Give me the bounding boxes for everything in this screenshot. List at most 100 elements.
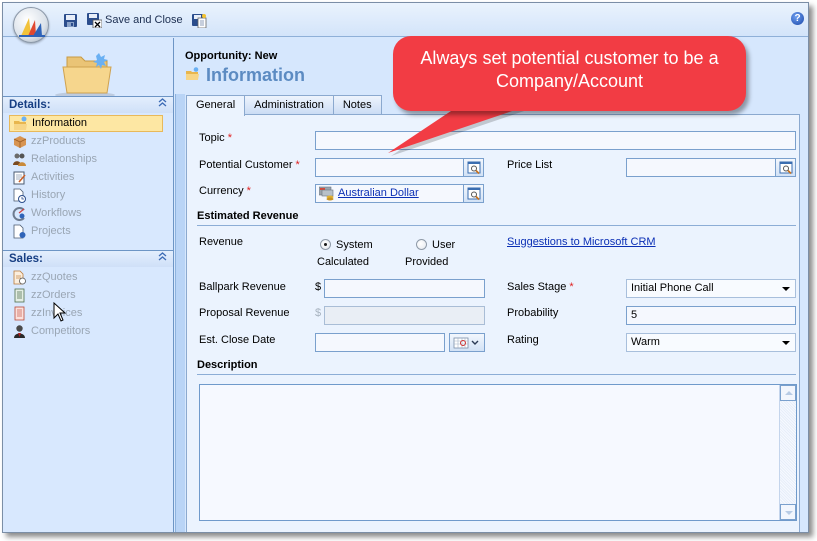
sidebar-item-activities[interactable]: Activities <box>9 169 163 186</box>
sales-stage-label: Sales Stage * <box>507 281 574 293</box>
section-divider <box>197 374 796 375</box>
topic-label-text: Topic <box>199 132 225 144</box>
potential-customer-lookup-button[interactable] <box>463 158 484 177</box>
probability-input[interactable]: 5 <box>626 306 796 325</box>
est-close-date-input[interactable] <box>315 333 445 352</box>
price-list-input[interactable] <box>626 158 776 177</box>
sidebar-item-projects[interactable]: Projects <box>9 223 163 240</box>
section-divider <box>197 225 796 226</box>
collapse-details-icon[interactable] <box>158 97 167 113</box>
suggestions-link[interactable]: Suggestions to Microsoft CRM <box>507 236 656 248</box>
relationships-people-icon <box>12 152 27 167</box>
date-picker-button[interactable] <box>449 333 485 352</box>
sidebar-item-zzquotes[interactable]: zzQuotes <box>9 269 163 286</box>
sales-stage-value: Initial Phone Call <box>631 282 714 294</box>
sidebar-item-information[interactable]: Information <box>9 115 163 132</box>
topic-input[interactable] <box>315 131 796 150</box>
description-textarea[interactable] <box>199 384 797 521</box>
revenue-label: Revenue <box>199 236 244 248</box>
ballpark-revenue-input[interactable] <box>324 279 485 298</box>
entity-type-label: Opportunity: New <box>185 50 278 62</box>
probability-label: Probability <box>507 307 559 319</box>
rating-select[interactable]: Warm <box>626 333 796 352</box>
save-and-new-icon <box>192 13 207 28</box>
tab-administration[interactable]: Administration <box>244 95 334 115</box>
required-marker: * <box>246 185 251 197</box>
workflows-icon <box>12 206 27 221</box>
topic-label: Topic * <box>199 132 232 144</box>
est-close-date-label: Est. Close Date <box>199 334 276 346</box>
collapse-sales-icon[interactable] <box>158 251 167 267</box>
currency-input[interactable]: Australian Dollar <box>315 184 464 203</box>
orders-icon <box>12 288 27 303</box>
save-button[interactable] <box>63 11 78 29</box>
save-and-close-button[interactable]: Save and Close <box>87 11 183 29</box>
sidebar-item-competitors[interactable]: Competitors <box>9 323 163 340</box>
tab-general[interactable]: General <box>186 95 246 116</box>
sidebar-item-zzinvoices[interactable]: zzInvoices <box>9 305 163 322</box>
potential-customer-label-text: Potential Customer <box>199 159 293 171</box>
sales-header-label: Sales: <box>9 253 43 265</box>
user-option-line1: User <box>432 239 456 251</box>
save-and-close-icon <box>87 12 103 28</box>
ballpark-currency-symbol: $ <box>315 281 322 293</box>
revenue-system-calculated-radio[interactable] <box>320 239 331 250</box>
currency-label-text: Currency <box>199 185 244 197</box>
history-clock-icon <box>12 188 27 203</box>
required-marker: * <box>569 281 574 293</box>
sales-section-header[interactable]: Sales: <box>3 250 173 267</box>
details-section-header[interactable]: Details: <box>3 96 173 113</box>
currency-lookup-button[interactable] <box>463 184 484 203</box>
help-icon[interactable]: ? <box>791 12 804 25</box>
sidebar-item-label: Projects <box>31 225 71 237</box>
scroll-down-button[interactable] <box>780 504 796 520</box>
sidebar-item-zzorders[interactable]: zzOrders <box>9 287 163 304</box>
required-marker: * <box>295 159 300 171</box>
sidebar-item-history[interactable]: History <box>9 187 163 204</box>
potential-customer-input[interactable] <box>315 158 464 177</box>
revenue-user-provided-radio[interactable] <box>416 239 427 250</box>
price-list-label: Price List <box>507 159 553 171</box>
save-and-new-button[interactable] <box>192 11 207 29</box>
information-title-icon <box>185 65 200 86</box>
description-heading: Description <box>197 359 258 371</box>
currency-icon <box>318 186 335 205</box>
callout-line2: Company/Account <box>495 71 644 91</box>
toolbar: Save and Close ? <box>3 3 808 37</box>
sidebar-item-relationships[interactable]: Relationships <box>9 151 163 168</box>
required-marker: * <box>227 132 232 144</box>
sidebar-item-zzproducts[interactable]: zzProducts <box>9 133 163 150</box>
rating-label: Rating <box>507 334 539 346</box>
callout-line1: Always set potential customer to be a <box>420 48 719 68</box>
crm-logo[interactable] <box>13 7 49 43</box>
information-folder-icon <box>13 116 28 131</box>
currency-link[interactable]: Australian Dollar <box>338 187 419 199</box>
proposal-revenue-label: Proposal Revenue <box>199 307 290 319</box>
sidebar-item-label: zzProducts <box>31 135 86 147</box>
products-box-icon <box>12 134 27 149</box>
form-tabs: General Administration Notes <box>186 95 382 116</box>
sidebar-item-workflows[interactable]: Workflows <box>9 205 163 222</box>
page-title: Information <box>185 65 305 86</box>
sidebar-item-label: zzQuotes <box>31 271 78 283</box>
price-list-lookup-button[interactable] <box>775 158 796 177</box>
tab-notes[interactable]: Notes <box>332 95 382 115</box>
description-scrollbar[interactable] <box>779 385 796 520</box>
sidebar-item-label: Relationships <box>31 153 98 165</box>
sidebar-item-label: History <box>31 189 66 201</box>
sales-stage-select[interactable]: Initial Phone Call <box>626 279 796 298</box>
user-option-line2: Provided <box>405 256 449 268</box>
sidebar-item-label: Information <box>32 117 88 129</box>
details-header-label: Details: <box>9 99 51 111</box>
activities-notepad-icon <box>12 170 27 185</box>
scroll-down-arrow-icon <box>785 511 793 515</box>
invoices-icon <box>12 306 27 321</box>
lookup-icon <box>467 161 481 175</box>
main-content: Opportunity: New Information General Adm… <box>175 38 808 532</box>
competitors-icon <box>12 324 27 339</box>
scroll-up-button[interactable] <box>780 385 796 401</box>
potential-customer-label: Potential Customer * <box>199 159 300 171</box>
mouse-cursor-icon <box>53 302 67 322</box>
save-icon <box>63 13 78 28</box>
sidebar-item-label: zzOrders <box>31 289 76 301</box>
